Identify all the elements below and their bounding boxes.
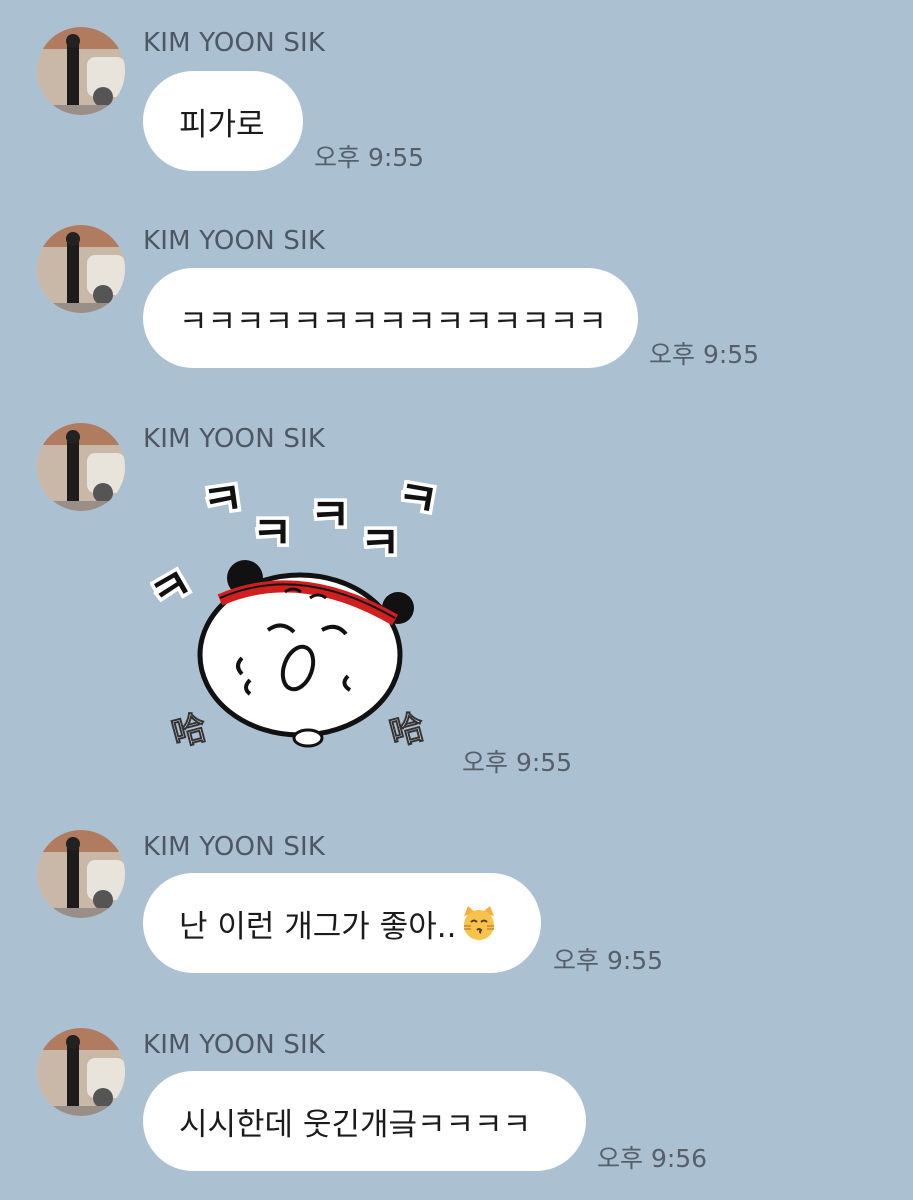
avatar[interactable] [37, 27, 125, 115]
sender-name: KIM YOON SIK [143, 1030, 326, 1060]
sender-name: KIM YOON SIK [143, 226, 326, 256]
message-bubble[interactable]: ㅋㅋㅋㅋㅋㅋㅋㅋㅋㅋㅋㅋㅋㅋㅋ [143, 268, 638, 368]
message-time: 오후 9:55 [462, 748, 573, 777]
message-time: 오후 9:55 [314, 143, 425, 172]
avatar[interactable] [37, 830, 125, 918]
message-time: 오후 9:56 [597, 1144, 708, 1173]
avatar[interactable] [37, 1028, 125, 1116]
sender-name: KIM YOON SIK [143, 832, 326, 862]
message-bubble[interactable]: 난 이런 개그가 좋아.. [143, 873, 541, 973]
avatar[interactable] [37, 423, 125, 511]
sticker-letter: 哈 [168, 708, 211, 750]
avatar[interactable] [37, 225, 125, 313]
message-bubble[interactable]: 시시한데 웃긴개긐ㅋㅋㅋㅋ [143, 1071, 586, 1171]
message-text: 난 이런 개그가 좋아.. [179, 908, 457, 945]
sender-name: KIM YOON SIK [143, 28, 326, 58]
sticker-letter: ㅋ [360, 518, 400, 569]
kissing-cat-emoji [460, 904, 498, 942]
sender-name: KIM YOON SIK [143, 424, 326, 454]
sticker-letter: ㅋ [393, 480, 440, 528]
message-bubble[interactable]: 피가로 [143, 71, 303, 171]
laughing-dumpling-sticker[interactable]: ㅋ ㅋ ㅋ ㅋ ㅋ ㅋ 哈 哈 [138, 467, 445, 756]
sticker-letter: ㅋ [199, 480, 246, 529]
sticker-letter: 哈 [386, 707, 429, 750]
sticker-letter: ㅋ [150, 557, 202, 621]
message-time: 오후 9:55 [553, 946, 664, 975]
sticker-letter: ㅋ [310, 490, 350, 541]
message-time: 오후 9:55 [649, 340, 760, 369]
sticker-letter: ㅋ [252, 508, 292, 559]
